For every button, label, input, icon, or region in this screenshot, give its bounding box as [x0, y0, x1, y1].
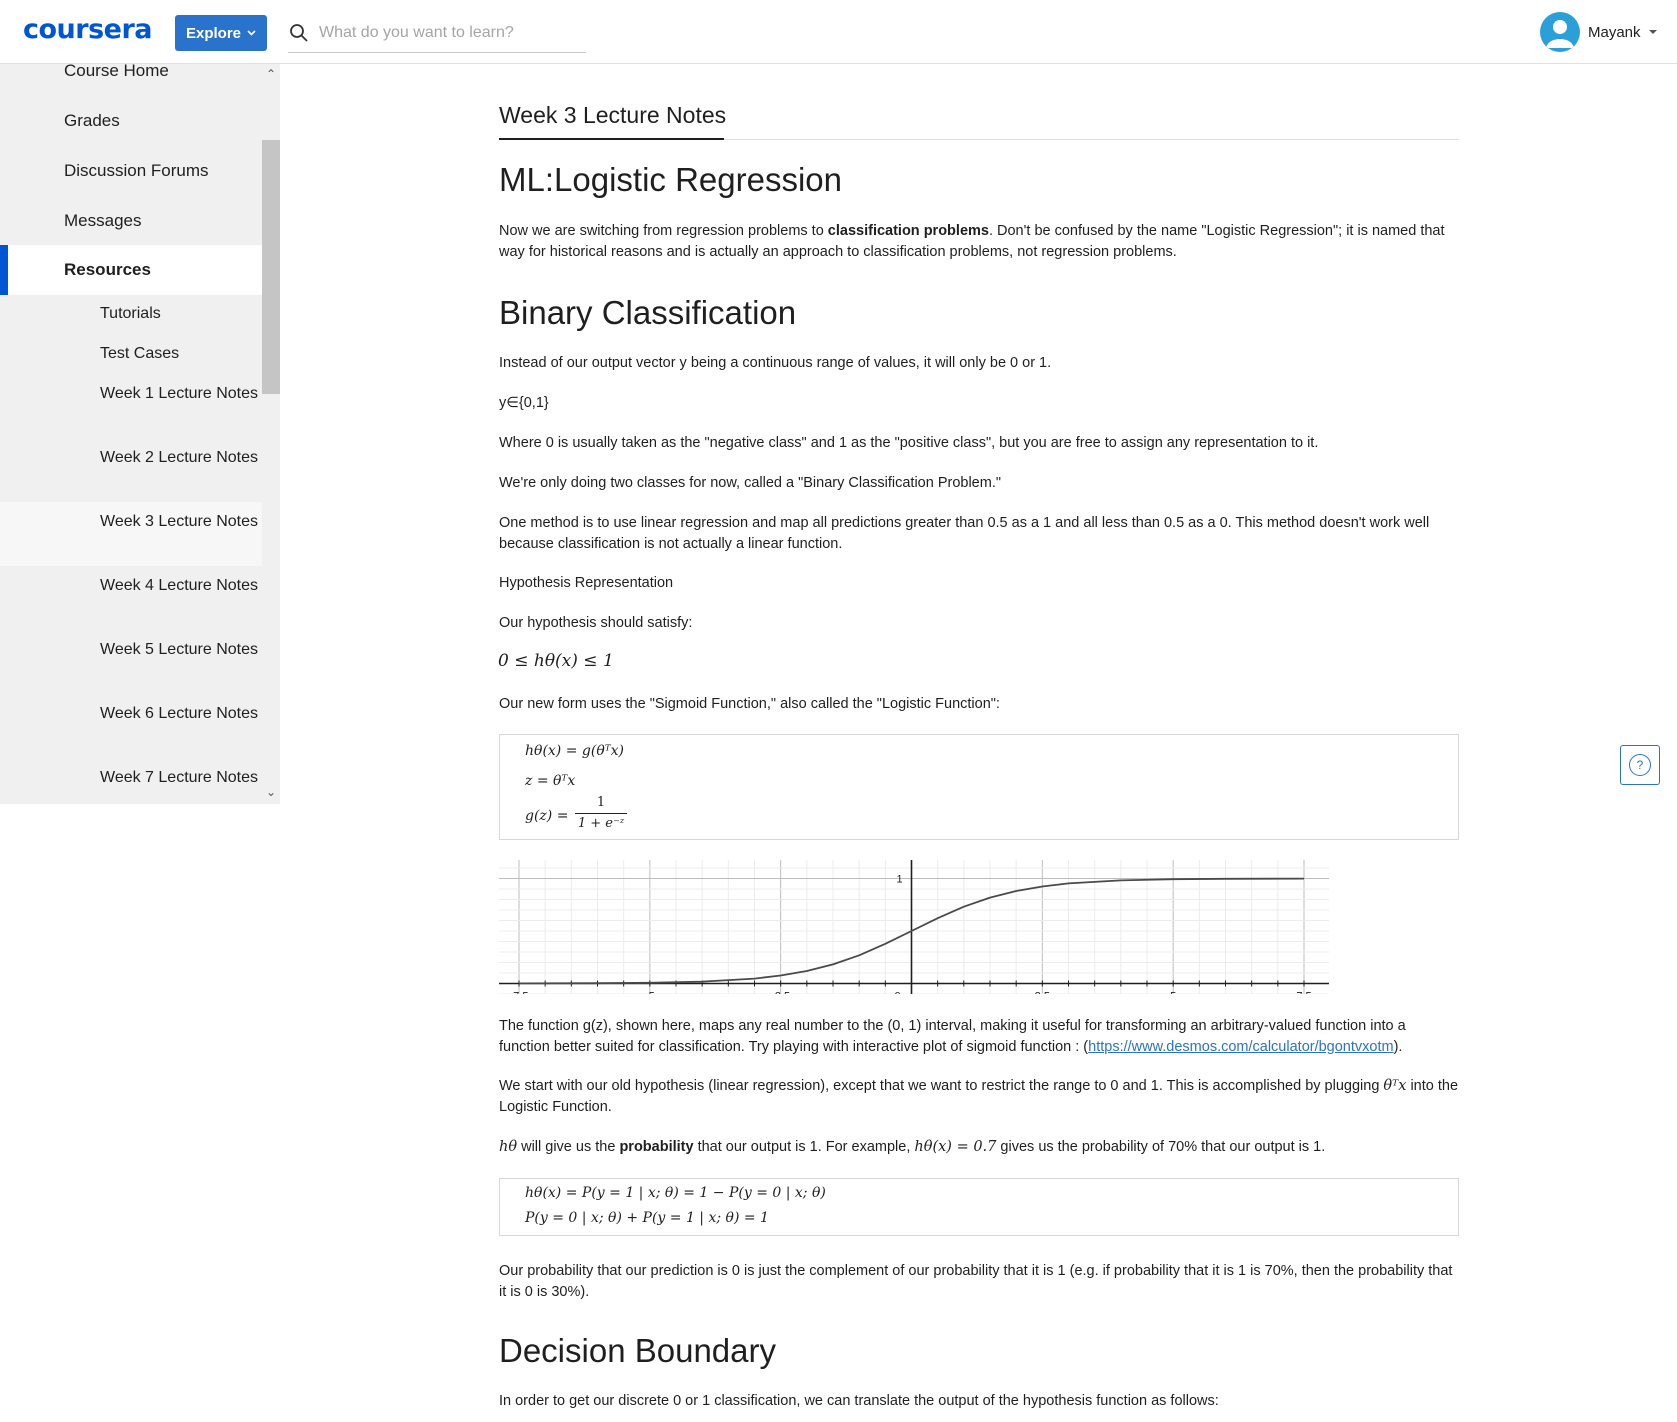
paragraph-old-hypothesis: We start with our old hypothesis (linear…: [499, 1078, 1459, 1115]
user-menu[interactable]: Mayank: [1540, 12, 1657, 52]
equation-hypothesis: hθ(x) = g(θᵀx): [525, 743, 624, 759]
sidebar-subitem-tutorials[interactable]: Tutorials: [0, 302, 262, 334]
sidebar-subitem-week-3[interactable]: Week 3 Lecture Notes: [0, 502, 262, 566]
paragraph-discrete: In order to get our discrete 0 or 1 clas…: [499, 1393, 1219, 1409]
coursera-logo[interactable]: coursera: [23, 14, 153, 45]
avatar-icon: [1540, 12, 1580, 52]
search-icon[interactable]: [289, 23, 309, 43]
explore-button[interactable]: Explore: [175, 15, 267, 51]
x-tick-label: -5: [645, 991, 655, 995]
sidebar-item-discussion-forums[interactable]: Discussion Forums: [0, 146, 262, 196]
x-tick-label: 7.5: [1296, 991, 1311, 995]
explore-label: Explore: [185, 24, 242, 42]
heading-binary-classification: Binary Classification: [499, 294, 797, 331]
equation-z: z = θᵀx: [525, 773, 576, 789]
sidebar-subitem-week-4[interactable]: Week 4 Lecture Notes: [0, 574, 262, 630]
course-sidebar: Course Home Grades Discussion Forums Mes…: [0, 64, 280, 804]
paragraph-set: y∈{0,1}: [499, 395, 549, 411]
paragraph-binary: We're only doing two classes for now, ca…: [499, 475, 1001, 491]
sidebar-subitem-week-2[interactable]: Week 2 Lecture Notes: [0, 446, 262, 502]
equation-probability-1: hθ(x) = P(y = 1 | x; θ) = 1 − P(y = 0 | …: [525, 1185, 826, 1201]
paragraph-complement: Our probability that our prediction is 0…: [499, 1263, 1453, 1300]
page-title: Week 3 Lecture Notes: [499, 102, 727, 128]
user-name: Mayank: [1588, 23, 1641, 41]
sigmoid-plot: -7.5 -5 -2.5 0 2.5 5 7.5 1: [499, 860, 1329, 994]
equation-box-probability: hθ(x) = P(y = 1 | x; θ) = 1 − P(y = 0 | …: [499, 1178, 1459, 1236]
paragraph-method: One method is to use linear regression a…: [499, 515, 1430, 552]
paragraph-output: Instead of our output vector y being a c…: [499, 355, 1052, 371]
chevron-down-icon: [247, 30, 256, 36]
paragraph-probability: hθ will give us the probability that our…: [499, 1139, 1326, 1155]
heading-decision-boundary: Decision Boundary: [499, 1332, 776, 1369]
sidebar-scrollbar-thumb[interactable]: [262, 140, 280, 394]
sidebar-item-course-home[interactable]: Course Home: [0, 64, 262, 96]
paragraph-intro: Now we are switching from regression pro…: [499, 223, 1445, 260]
equation-box-sigmoid: hθ(x) = g(θᵀx) z = θᵀx g(z) = 1 1 + e⁻ᶻ: [499, 734, 1459, 840]
desmos-link[interactable]: https://www.desmos.com/calculator/bgontv…: [1088, 1039, 1393, 1055]
paragraph-g-function: The function g(z), shown here, maps any …: [499, 1018, 1406, 1055]
sidebar-item-grades[interactable]: Grades: [0, 96, 262, 146]
y-tick-label: 1: [896, 874, 902, 886]
help-button[interactable]: ?: [1620, 745, 1660, 785]
paragraph-classes: Where 0 is usually taken as the "negativ…: [499, 435, 1319, 451]
equation-g-numerator: 1: [596, 795, 606, 810]
x-tick-label: 5: [1170, 991, 1176, 995]
sidebar-subitem-week-1[interactable]: Week 1 Lecture Notes: [0, 382, 262, 438]
sidebar-item-resources[interactable]: Resources: [0, 245, 262, 295]
sidebar-subitem-week-5[interactable]: Week 5 Lecture Notes: [0, 638, 262, 694]
paragraph-sigmoid: Our new form uses the "Sigmoid Function,…: [499, 696, 1000, 712]
search-input[interactable]: [317, 23, 581, 43]
help-icon: ?: [1629, 754, 1651, 776]
equation-probability-2: P(y = 0 | x; θ) + P(y = 1 | x; θ) = 1: [525, 1210, 769, 1226]
sidebar-subitem-week-6[interactable]: Week 6 Lecture Notes: [0, 702, 262, 758]
paragraph-satisfy: Our hypothesis should satisfy:: [499, 615, 693, 631]
search-bar: [288, 14, 586, 53]
fraction-bar: [575, 813, 627, 814]
x-tick-label: -7.5: [510, 991, 529, 995]
active-indicator: [0, 245, 8, 295]
heading-logistic-regression: ML:Logistic Regression: [499, 161, 842, 198]
x-tick-label: -2.5: [771, 991, 790, 995]
equation-g-label: g(z) =: [525, 808, 569, 824]
x-tick-label: 2.5: [1035, 991, 1050, 995]
sidebar-subitem-week-7[interactable]: Week 7 Lecture Notes: [0, 766, 262, 804]
scroll-up-icon[interactable]: ⌃: [262, 66, 280, 82]
sidebar-subitem-test-cases[interactable]: Test Cases: [0, 342, 262, 374]
chevron-down-icon: [1648, 29, 1657, 34]
equation-g-denominator: 1 + e⁻ᶻ: [577, 816, 625, 831]
sidebar-item-messages[interactable]: Messages: [0, 196, 262, 246]
title-underline: [499, 138, 724, 140]
scroll-down-icon[interactable]: ⌄: [262, 784, 280, 800]
sidebar-item-label: Resources: [64, 260, 151, 279]
equation-bound: 0 ≤ hθ(x) ≤ 1: [498, 651, 614, 671]
x-tick-label: 0: [894, 991, 900, 995]
top-navigation-bar: coursera Explore Mayank: [0, 0, 1677, 64]
paragraph-hypothesis-representation: Hypothesis Representation: [499, 575, 674, 591]
